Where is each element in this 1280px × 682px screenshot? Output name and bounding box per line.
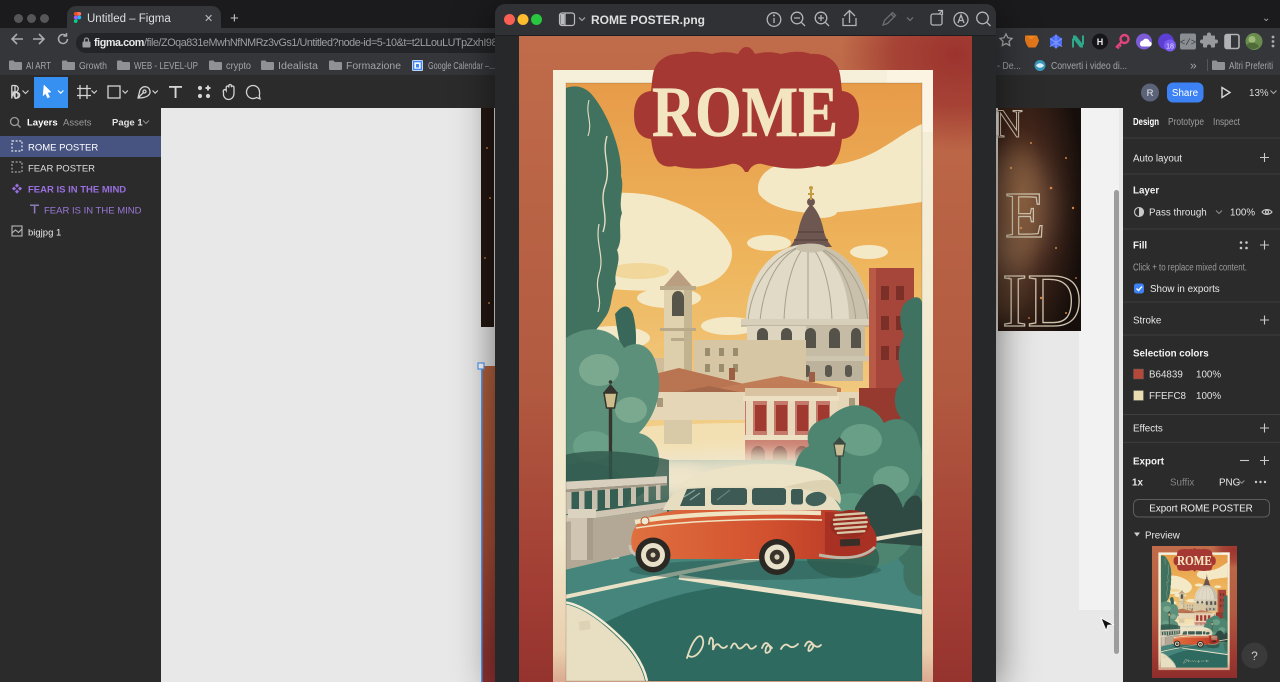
svg-text:AI ART: AI ART (26, 61, 51, 72)
svg-text:E: E (1005, 179, 1045, 252)
svg-text:Preview: Preview (1145, 531, 1181, 542)
svg-text:Selection colors: Selection colors (1133, 349, 1209, 360)
svg-text:Stroke: Stroke (1133, 316, 1162, 327)
svg-text:Inspect: Inspect (1213, 117, 1240, 128)
svg-text:100%: 100% (1196, 391, 1221, 402)
svg-text:Suffix: Suffix (1170, 478, 1194, 489)
svg-text:100%: 100% (1230, 208, 1255, 219)
svg-text:H: H (1097, 37, 1104, 47)
svg-text:R: R (1147, 88, 1154, 99)
svg-text:Idealista: Idealista (278, 61, 318, 72)
svg-text:FEAR IS IN THE MIND: FEAR IS IN THE MIND (28, 185, 126, 196)
svg-text:18: 18 (1166, 44, 1174, 51)
svg-text:bigjpg 1: bigjpg 1 (28, 228, 61, 239)
svg-text:Page 1: Page 1 (112, 118, 143, 129)
svg-text:Formazione: Formazione (346, 61, 401, 72)
svg-text:Design: Design (1133, 117, 1159, 128)
svg-text:Export: Export (1133, 457, 1165, 468)
svg-text:</>: </> (1180, 38, 1196, 48)
svg-text:ROME: ROME (652, 72, 838, 152)
svg-text:Pass through: Pass through (1149, 208, 1207, 219)
svg-text:B64839: B64839 (1149, 370, 1183, 381)
svg-text:13%: 13% (1249, 88, 1269, 99)
svg-text:FEAR IS IN THE MIND: FEAR IS IN THE MIND (44, 206, 142, 217)
svg-text:?: ? (1251, 649, 1258, 663)
svg-text:Auto layout: Auto layout (1133, 154, 1182, 165)
svg-text:ID: ID (1002, 259, 1082, 343)
svg-text:Altri Preferiti: Altri Preferiti (1229, 61, 1273, 72)
svg-text:Prototype: Prototype (1168, 117, 1204, 128)
svg-text:ROME POSTER: ROME POSTER (28, 143, 98, 154)
svg-text:Click + to replace mixed conte: Click + to replace mixed content. (1133, 263, 1247, 274)
svg-text:1x: 1x (1132, 478, 1143, 489)
svg-text:FEAR POSTER: FEAR POSTER (28, 164, 95, 175)
svg-text:crypto: crypto (226, 61, 251, 72)
svg-text:Layers: Layers (27, 118, 58, 129)
svg-text:ROME POSTER.png: ROME POSTER.png (591, 13, 705, 27)
svg-text:Converti i video di...: Converti i video di... (1051, 61, 1127, 72)
svg-text:Assets: Assets (63, 118, 92, 129)
svg-text:Layer: Layer (1133, 186, 1159, 197)
svg-text:Show in exports: Show in exports (1150, 284, 1220, 295)
svg-text:PNG: PNG (1219, 478, 1240, 489)
svg-text:»: » (1190, 59, 1197, 73)
svg-text:Google Calendar –...: Google Calendar –... (428, 61, 495, 72)
svg-text:Effects: Effects (1133, 424, 1163, 435)
svg-text:Fill: Fill (1133, 241, 1147, 252)
svg-text:Growth: Growth (79, 61, 107, 72)
svg-text:N: N (994, 108, 1023, 146)
svg-text:Share: Share (1172, 88, 1199, 99)
svg-text:100%: 100% (1196, 370, 1221, 381)
svg-text:WEB - LEVEL-UP: WEB - LEVEL-UP (134, 61, 198, 72)
svg-text:- De...: - De... (997, 61, 1021, 72)
svg-text:FFEFC8: FFEFC8 (1149, 391, 1187, 402)
svg-text:Export ROME POSTER: Export ROME POSTER (1149, 504, 1252, 515)
